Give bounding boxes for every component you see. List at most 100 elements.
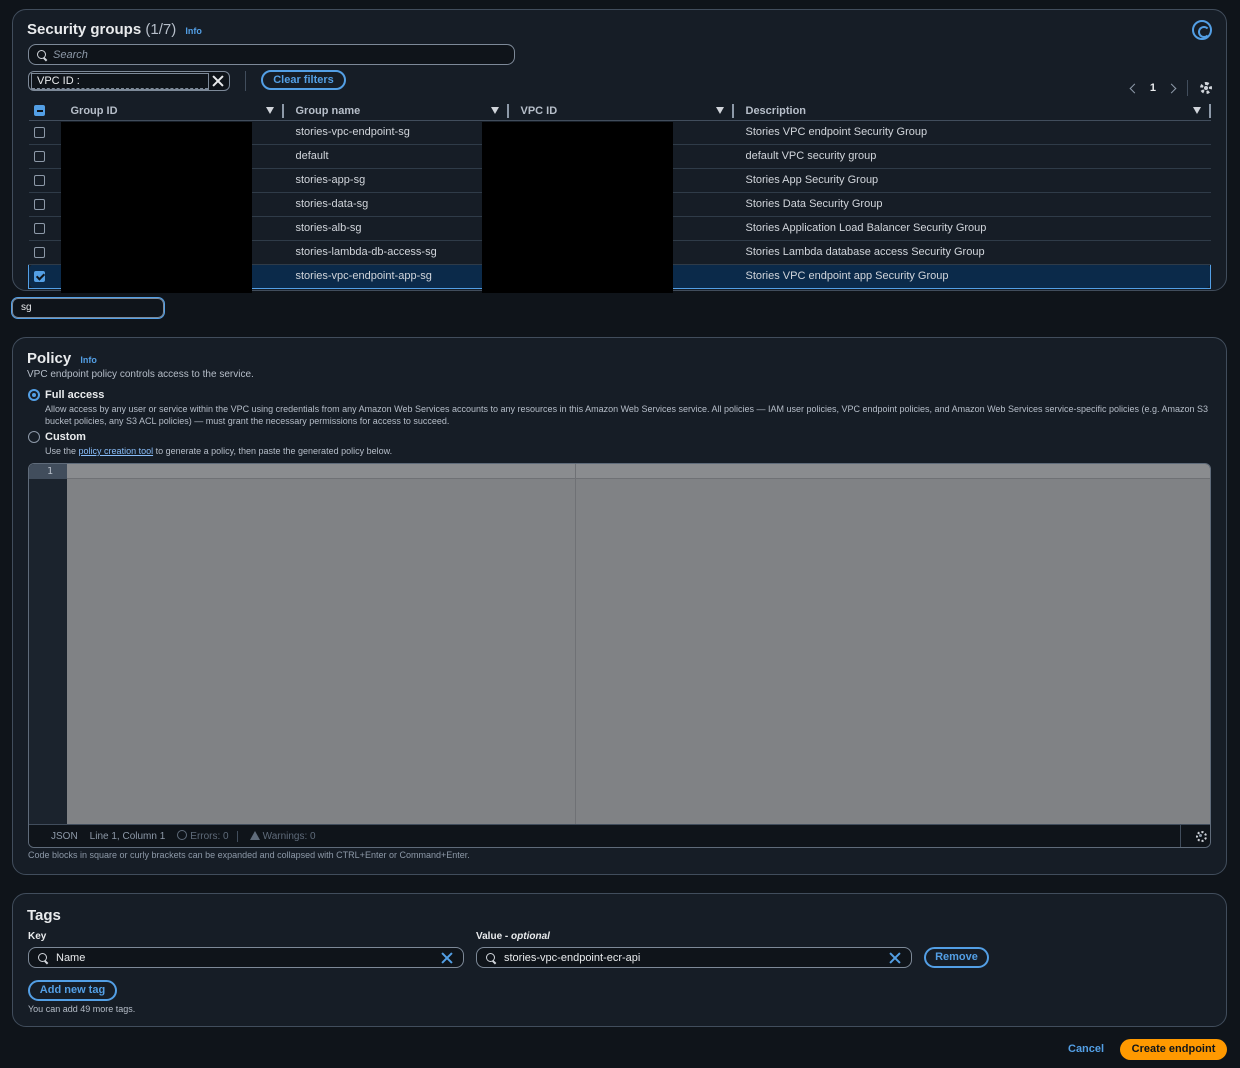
row-checkbox-cell[interactable]	[28, 216, 59, 241]
cancel-button[interactable]: Cancel	[1068, 1043, 1104, 1055]
editor-settings-button[interactable]	[1180, 825, 1210, 847]
custom-desc-suffix: to generate a policy, then paste the gen…	[155, 446, 393, 456]
remove-tag-button[interactable]: Remove	[924, 947, 989, 968]
custom-label[interactable]: Custom	[45, 431, 86, 443]
clear-filters-button[interactable]: Clear filters	[261, 70, 346, 90]
value-label-text: Value -	[476, 931, 509, 942]
row-checkbox[interactable]	[33, 126, 45, 138]
security-groups-info-link[interactable]: Info	[185, 26, 202, 36]
warnings-count[interactable]: Warnings: 0	[249, 830, 316, 842]
description-cell: default VPC security group	[733, 144, 1211, 169]
chevron-left-icon[interactable]	[1129, 83, 1140, 93]
group-name-cell: stories-vpc-endpoint-sg	[283, 120, 509, 145]
pagination: 1	[1129, 80, 1212, 96]
column-label: VPC ID	[520, 104, 558, 117]
sort-icon[interactable]	[490, 107, 499, 114]
vpc-id-filter-token[interactable]: VPC ID :	[28, 71, 230, 91]
errors-count[interactable]: Errors: 0	[177, 830, 229, 842]
warning-icon	[249, 830, 260, 840]
security-group-text-input[interactable]: sg	[11, 297, 165, 319]
warnings-label: Warnings: 0	[262, 830, 316, 842]
sort-icon[interactable]	[715, 107, 724, 114]
search-placeholder: Search	[53, 48, 88, 61]
refresh-icon[interactable]	[1192, 20, 1212, 40]
pager-divider	[1187, 80, 1188, 96]
search-icon	[37, 49, 47, 60]
row-checkbox[interactable]	[33, 246, 45, 258]
column-header-group-name[interactable]: Group name	[283, 102, 509, 121]
column-label: Group name	[295, 104, 361, 117]
full-access-label[interactable]: Full access	[45, 389, 104, 401]
policy-code-editor[interactable]: 1 JSON Line 1, Column 1 Errors: 0 Warnin…	[28, 463, 1211, 848]
editor-code-area[interactable]	[67, 464, 1210, 825]
security-groups-heading: Security groups	[27, 21, 142, 38]
sort-icon[interactable]	[1192, 107, 1201, 114]
status-divider	[236, 830, 238, 842]
policy-description: VPC endpoint policy controls access to t…	[27, 369, 254, 380]
row-checkbox-cell[interactable]	[28, 240, 59, 265]
create-endpoint-button[interactable]: Create endpoint	[1120, 1039, 1227, 1060]
clear-value-icon[interactable]	[889, 952, 901, 964]
policy-creation-tool-link[interactable]: policy creation tool	[79, 446, 154, 456]
row-checkbox[interactable]	[33, 198, 45, 210]
select-all-header[interactable]	[28, 102, 59, 121]
tag-value-value: stories-vpc-endpoint-ecr-api	[504, 951, 641, 964]
group-name-cell: stories-vpc-endpoint-app-sg	[283, 263, 509, 289]
chevron-right-icon[interactable]	[1166, 83, 1177, 93]
row-checkbox-cell[interactable]	[28, 263, 59, 289]
more-tags-hint: You can add 49 more tags.	[28, 1004, 136, 1014]
tag-key-input[interactable]: Name	[28, 947, 464, 968]
custom-radio[interactable]	[28, 431, 40, 443]
row-checkbox[interactable]	[33, 174, 45, 186]
gear-icon	[1196, 830, 1207, 842]
tag-value-input[interactable]: stories-vpc-endpoint-ecr-api	[476, 947, 912, 968]
group-name-cell: stories-lambda-db-access-sg	[283, 240, 509, 265]
group-name-cell: stories-alb-sg	[283, 216, 509, 241]
policy-title: Policy Info	[27, 350, 97, 367]
print-margin	[575, 464, 576, 825]
security-groups-search-input[interactable]: Search	[28, 44, 515, 65]
tags-title: Tags	[27, 907, 61, 924]
current-page[interactable]: 1	[1150, 82, 1156, 94]
error-icon	[177, 830, 188, 840]
custom-desc-prefix: Use the	[45, 446, 77, 456]
row-checkbox-cell[interactable]	[28, 120, 59, 145]
clear-key-icon[interactable]	[441, 952, 453, 964]
security-groups-panel: Security groups (1/7) Info Search VPC ID…	[12, 9, 1227, 293]
description-cell: Stories VPC endpoint Security Group	[733, 120, 1211, 145]
column-header-description[interactable]: Description	[733, 102, 1211, 121]
policy-info-link[interactable]: Info	[80, 355, 97, 365]
sort-icon[interactable]	[265, 107, 274, 114]
select-all-checkbox[interactable]	[33, 105, 45, 117]
row-checkbox-cell[interactable]	[28, 144, 59, 169]
column-header-group-id[interactable]: Group ID	[58, 102, 284, 121]
security-groups-title: Security groups (1/7) Info	[27, 21, 202, 38]
description-cell: Stories App Security Group	[733, 168, 1211, 193]
key-label: Key	[28, 931, 47, 942]
remove-filter-icon[interactable]	[212, 75, 224, 87]
errors-label: Errors: 0	[190, 831, 229, 842]
gear-icon[interactable]	[1200, 82, 1212, 94]
tag-key-value: Name	[56, 951, 86, 964]
redacted-group-ids	[61, 122, 252, 293]
editor-language: JSON	[51, 830, 78, 842]
full-access-radio[interactable]	[28, 389, 40, 401]
editor-status-bar: JSON Line 1, Column 1 Errors: 0 Warnings…	[29, 824, 1210, 847]
row-checkbox-cell[interactable]	[28, 168, 59, 193]
column-header-vpc-id[interactable]: VPC ID	[508, 102, 734, 121]
search-icon	[38, 952, 48, 963]
custom-description: Use the policy creation tool to generate…	[45, 445, 1215, 457]
search-icon	[486, 952, 496, 963]
column-label: Group ID	[70, 104, 118, 117]
row-checkbox[interactable]	[33, 222, 45, 234]
description-cell: Stories Data Security Group	[733, 192, 1211, 217]
value-label: Value - optional	[476, 931, 550, 942]
cursor-position: Line 1, Column 1	[89, 830, 166, 842]
redacted-vpc-ids	[482, 122, 673, 293]
filter-token-label[interactable]: VPC ID :	[31, 73, 209, 90]
row-checkbox[interactable]	[34, 270, 45, 282]
column-resizer[interactable]	[1208, 104, 1211, 118]
row-checkbox[interactable]	[33, 150, 45, 162]
row-checkbox-cell[interactable]	[28, 192, 59, 217]
add-new-tag-button[interactable]: Add new tag	[28, 980, 117, 1001]
